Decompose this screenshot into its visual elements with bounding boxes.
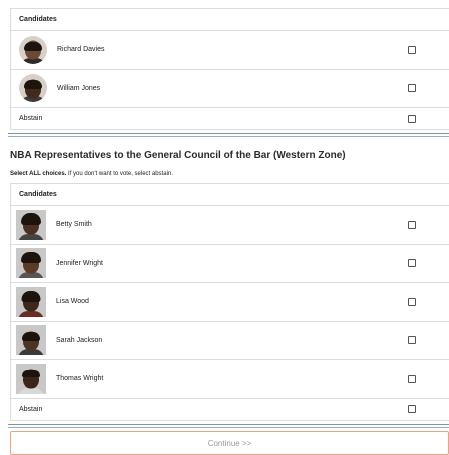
candidate-row[interactable]: Richard Davies <box>11 31 449 70</box>
candidate-row[interactable]: Lisa Wood <box>11 283 449 322</box>
candidate-photo <box>19 74 47 103</box>
vote-checkbox[interactable] <box>408 45 416 54</box>
candidate-photo <box>16 363 46 394</box>
vote-checkbox[interactable] <box>408 84 416 93</box>
instruction-emphasis: Select ALL choices. <box>10 171 67 177</box>
vote-checkbox[interactable] <box>408 259 416 268</box>
candidate-photo <box>16 325 46 356</box>
vote-checkbox[interactable] <box>408 297 416 306</box>
candidate-name: William Jones <box>57 84 101 92</box>
candidate-photo <box>19 35 47 64</box>
section-divider <box>8 133 449 134</box>
candidate-name: Richard Davies <box>57 46 105 54</box>
candidate-name: Lisa Wood <box>56 298 89 306</box>
candidates-header-label: Candidates <box>19 16 57 23</box>
abstain-row[interactable]: Abstain <box>11 108 449 130</box>
candidate-name: Jennifer Wright <box>56 259 103 267</box>
candidate-photo <box>16 248 46 279</box>
continue-button[interactable]: Continue >> <box>10 431 449 455</box>
abstain-label: Abstain <box>19 405 43 413</box>
abstain-checkbox[interactable] <box>408 114 416 123</box>
candidates-table-1: Candidates Richard Davies William Jones … <box>10 8 449 130</box>
candidate-row[interactable]: William Jones <box>11 70 449 108</box>
vote-checkbox[interactable] <box>408 220 416 229</box>
candidate-photo <box>16 286 46 317</box>
candidate-name: Betty Smith <box>56 221 92 229</box>
ballot-instruction: Select ALL choices. If you don't want to… <box>10 171 173 177</box>
candidates-table-2: Candidates Betty Smith Jennifer Wright L… <box>10 183 449 421</box>
candidate-name: Sarah Jackson <box>56 336 103 344</box>
candidate-row[interactable]: Thomas Wright <box>11 360 449 399</box>
section-divider <box>8 427 449 428</box>
candidate-row[interactable]: Betty Smith <box>11 206 449 245</box>
vote-checkbox[interactable] <box>408 336 416 345</box>
ballot-question-title: NBA Representatives to the General Counc… <box>10 150 346 161</box>
abstain-row[interactable]: Abstain <box>11 399 449 421</box>
candidates-header-label: Candidates <box>19 191 57 198</box>
abstain-label: Abstain <box>19 115 43 122</box>
vote-checkbox[interactable] <box>408 374 416 383</box>
candidate-photo <box>16 209 46 240</box>
candidate-row[interactable]: Sarah Jackson <box>11 322 449 360</box>
candidate-name: Thomas Wright <box>56 375 104 383</box>
instruction-text: If you don't want to vote, select abstai… <box>66 171 173 177</box>
section-divider <box>8 424 449 425</box>
candidate-row[interactable]: Jennifer Wright <box>11 245 449 283</box>
abstain-checkbox[interactable] <box>408 405 416 413</box>
candidates-header: Candidates <box>11 9 449 31</box>
section-divider <box>8 136 449 137</box>
candidates-header: Candidates <box>11 184 449 206</box>
